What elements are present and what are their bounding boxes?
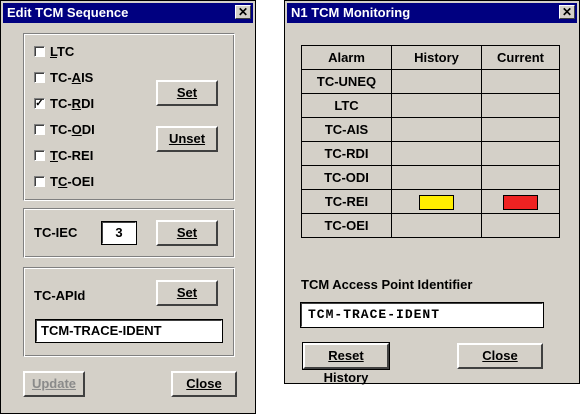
history-cell — [391, 93, 482, 118]
access-point-identifier-field: TCM-TRACE-IDENT — [301, 303, 543, 327]
alarm-checkbox[interactable]: TC-AIS — [34, 70, 93, 85]
alarm-name-cell: LTC — [301, 93, 392, 118]
alarm-checkbox[interactable]: LTC — [34, 44, 74, 59]
column-header-alarm: Alarm — [301, 45, 392, 70]
tc-iec-group: TC-IEC 3 Set — [23, 208, 235, 258]
tc-iec-value-field[interactable]: 3 — [102, 222, 136, 244]
checkbox-unchecked-icon[interactable] — [34, 150, 45, 161]
column-header-history: History — [391, 45, 482, 70]
history-alarm-indicator — [419, 194, 454, 210]
current-cell — [481, 93, 560, 118]
alarm-checkbox-label: LTC — [50, 44, 75, 59]
table-row: TC-RDI — [301, 141, 560, 166]
column-header-current: Current — [481, 45, 560, 70]
update-button[interactable]: Update — [23, 371, 85, 397]
alarm-checkbox[interactable]: ✓ TC-RDI — [34, 96, 94, 111]
alarm-checkbox[interactable]: TC-OEI — [34, 174, 94, 189]
checkbox-unchecked-icon[interactable] — [34, 124, 45, 135]
edit-window-title: Edit TCM Sequence — [7, 5, 129, 20]
monitor-close-button[interactable]: Close — [457, 343, 543, 369]
history-cell — [391, 141, 482, 166]
monitor-window-title: N1 TCM Monitoring — [291, 5, 411, 20]
alarm-name-cell: TC-RDI — [301, 141, 392, 166]
alarm-name-cell: TC-OEI — [301, 213, 392, 238]
tc-apid-input[interactable]: TCM-TRACE-IDENT — [36, 320, 222, 342]
current-cell — [481, 165, 560, 190]
history-cell — [391, 165, 482, 190]
tc-iec-label: TC-IEC — [34, 225, 78, 240]
edit-title-bar[interactable]: Edit TCM Sequence ✕ — [3, 3, 253, 23]
table-row: TC-AIS — [301, 117, 560, 142]
monitor-title-bar[interactable]: N1 TCM Monitoring ✕ — [287, 3, 577, 23]
tc-apid-set-button[interactable]: Set — [156, 280, 218, 306]
current-cell — [481, 117, 560, 142]
table-row: TC-OEI — [301, 213, 560, 238]
alarm-checkbox-label: TC-RDI — [50, 96, 95, 111]
close-icon[interactable]: ✕ — [559, 5, 575, 19]
history-cell — [391, 117, 482, 142]
alarm-name-cell: TC-UNEQ — [301, 69, 392, 94]
tcm-monitoring-window: N1 TCM Monitoring ✕ Alarm History Curren… — [284, 0, 580, 385]
close-button[interactable]: Close — [171, 371, 237, 397]
checkbox-checked-icon[interactable]: ✓ — [34, 98, 45, 109]
unset-button[interactable]: Unset — [156, 126, 218, 152]
alarm-checkbox-label: TC-REI — [50, 148, 94, 163]
current-cell — [481, 189, 560, 214]
history-cell — [391, 69, 482, 94]
tc-iec-set-button[interactable]: Set — [156, 220, 218, 246]
current-cell — [481, 69, 560, 94]
table-row: TC-REI — [301, 189, 560, 214]
current-cell — [481, 213, 560, 238]
checkbox-unchecked-icon[interactable] — [34, 176, 45, 187]
alarm-checkbox[interactable]: TC-REI — [34, 148, 93, 163]
table-row: TC-ODI — [301, 165, 560, 190]
alarm-name-cell: TC-REI — [301, 189, 392, 214]
checkbox-unchecked-icon[interactable] — [34, 46, 45, 57]
tc-apid-label: TC-APId — [34, 288, 86, 303]
alarm-name-cell: TC-ODI — [301, 165, 392, 190]
table-header-row: Alarm History Current — [301, 45, 560, 70]
alarm-checkbox-group: LTC TC-AIS ✓ TC-RDI TC-ODI TC-REI TC-OEI Set U… — [23, 33, 235, 201]
alarm-name-cell: TC-AIS — [301, 117, 392, 142]
history-cell — [391, 189, 482, 214]
set-button[interactable]: Set — [156, 80, 218, 106]
alarm-checkbox-label: TC-ODI — [50, 122, 95, 137]
close-icon[interactable]: ✕ — [235, 5, 251, 19]
table-row: LTC — [301, 93, 560, 118]
current-alarm-indicator — [503, 194, 538, 210]
alarm-monitoring-table: Alarm History Current TC-UNEQ LTC TC-AIS TC… — [301, 45, 560, 238]
table-row: TC-UNEQ — [301, 69, 560, 94]
tc-apid-group: TC-APId Set TCM-TRACE-IDENT — [23, 267, 235, 357]
reset-history-button[interactable]: Reset History — [302, 342, 390, 385]
alarm-checkbox-label: TC-OEI — [50, 174, 95, 189]
checkbox-unchecked-icon[interactable] — [34, 72, 45, 83]
edit-tcm-sequence-window: Edit TCM Sequence ✕ LTC TC-AIS ✓ TC-RDI TC-O… — [0, 0, 256, 414]
access-point-identifier-label: TCM Access Point Identifier — [301, 277, 473, 292]
alarm-checkbox[interactable]: TC-ODI — [34, 122, 95, 137]
current-cell — [481, 141, 560, 166]
alarm-checkbox-label: TC-AIS — [50, 70, 94, 85]
history-cell — [391, 213, 482, 238]
